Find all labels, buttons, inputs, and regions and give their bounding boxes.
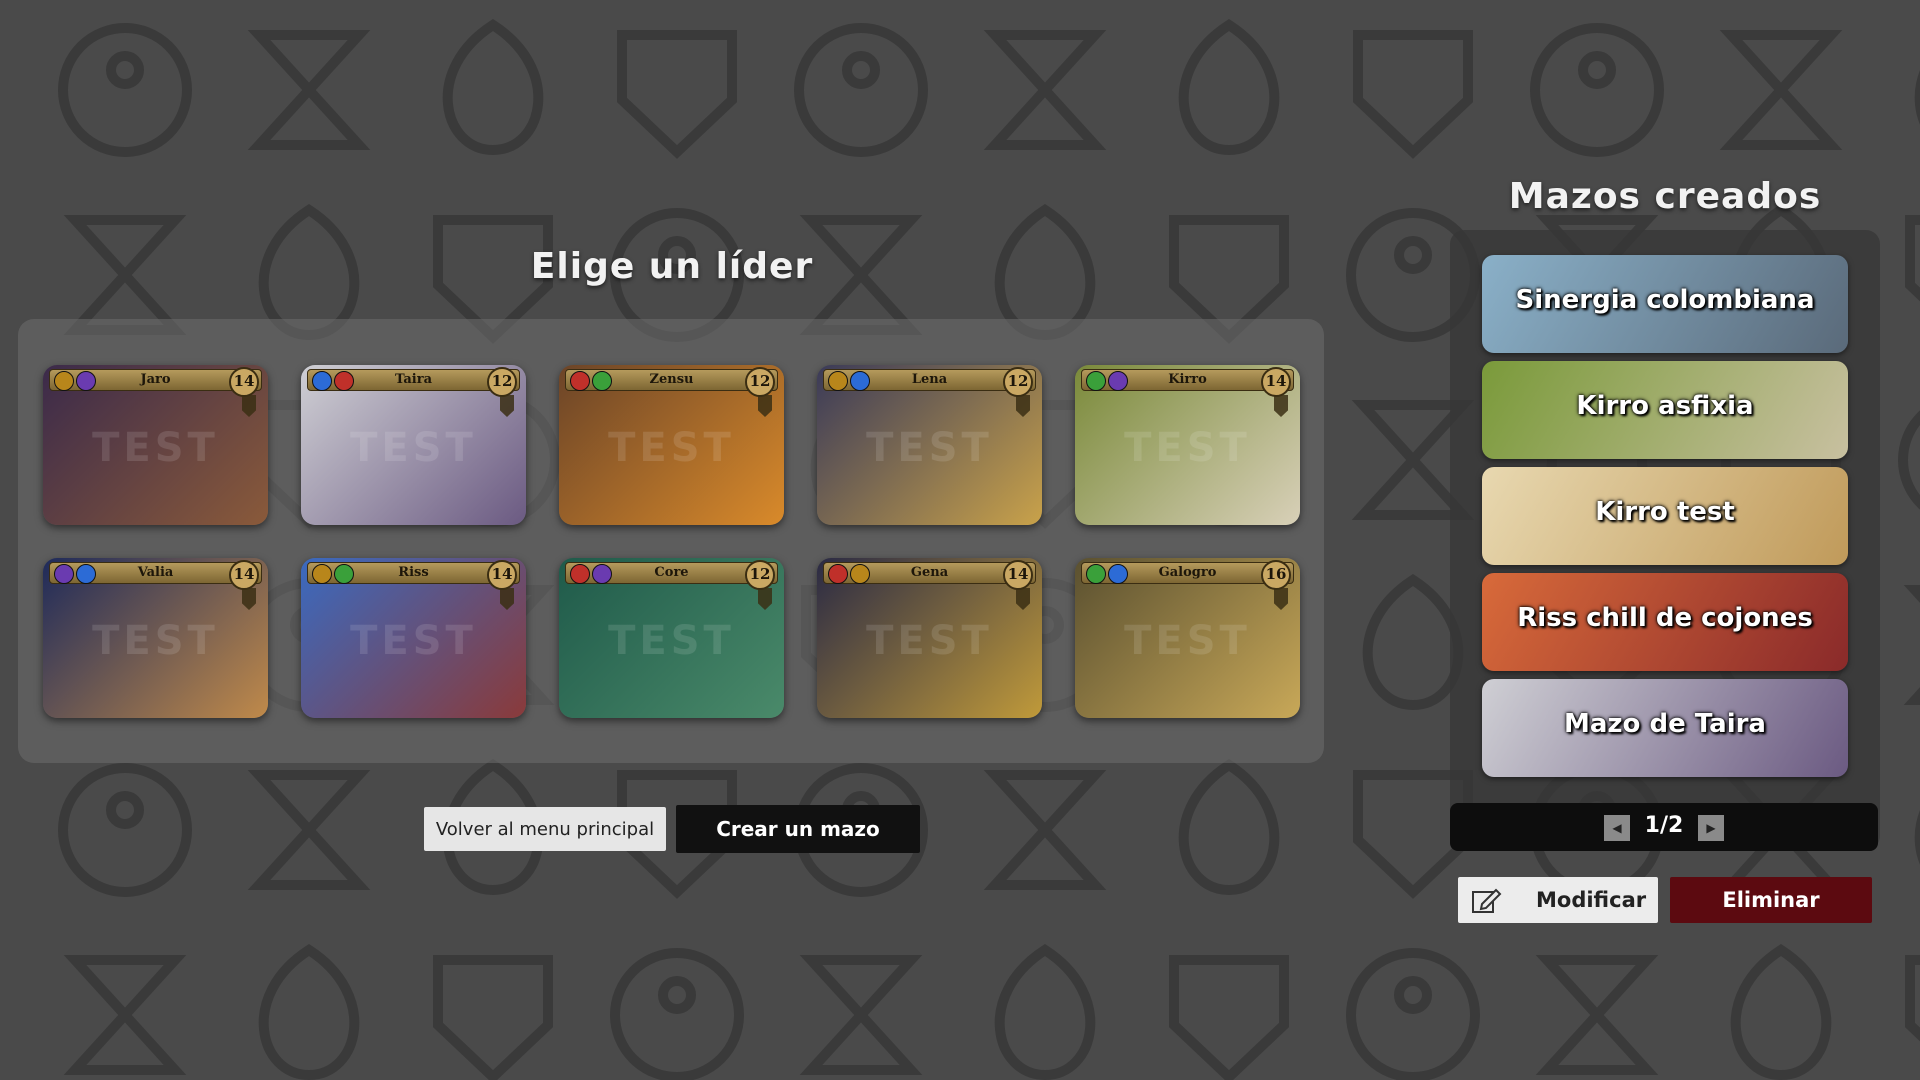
card-header: Core 12 — [565, 560, 778, 590]
leader-card-riss[interactable]: TEST Riss 14 — [301, 558, 526, 718]
card-watermark: TEST — [608, 425, 735, 471]
deck-name: Riss chill de cojones — [1517, 603, 1813, 633]
card-watermark: TEST — [608, 618, 735, 664]
leader-card-taira[interactable]: TEST Taira 12 — [301, 365, 526, 525]
card-cost: 14 — [487, 560, 517, 590]
background-emblem-icon — [983, 30, 1107, 150]
background-emblem-icon — [442, 19, 544, 156]
card-cost: 14 — [229, 560, 259, 590]
background-emblem-icon — [983, 770, 1107, 890]
card-cost: 12 — [745, 560, 775, 590]
edit-icon — [1472, 888, 1502, 913]
background-emblem-icon — [617, 30, 737, 159]
card-cost: 12 — [745, 367, 775, 397]
background-emblem-icon — [1353, 30, 1473, 159]
card-cost: 12 — [1003, 367, 1033, 397]
background-emblem-icon — [610, 948, 744, 1080]
previous-page-button[interactable]: ◀ — [1604, 815, 1630, 841]
deck-item[interactable]: Kirro asfixia — [1482, 361, 1848, 459]
card-cost: 16 — [1261, 560, 1291, 590]
leader-card-lena[interactable]: TEST Lena 12 — [817, 365, 1042, 525]
background-emblem-icon — [1346, 948, 1480, 1080]
leader-card-galogro[interactable]: TEST Galogro 16 — [1075, 558, 1300, 718]
card-header: Lena 12 — [823, 367, 1036, 397]
background-emblem-icon — [1178, 759, 1280, 896]
leader-card-kirro[interactable]: TEST Kirro 14 — [1075, 365, 1300, 525]
back-to-main-menu-button[interactable]: Volver al menu principal — [424, 807, 666, 851]
card-watermark: TEST — [350, 618, 477, 664]
card-header: Valia 14 — [49, 560, 262, 590]
modify-label: Modificar — [1536, 888, 1647, 912]
background-emblem-icon — [1362, 574, 1464, 711]
background-emblem-icon — [1719, 30, 1843, 150]
background-emblem-icon — [58, 763, 192, 897]
next-page-button[interactable]: ▶ — [1698, 815, 1724, 841]
background-emblem-icon — [1530, 23, 1664, 157]
background-emblem-icon — [1905, 955, 1920, 1042]
card-watermark: TEST — [92, 618, 219, 664]
delete-deck-button[interactable]: Eliminar — [1670, 877, 1872, 923]
leader-card-zensu[interactable]: TEST Zensu 12 — [559, 365, 784, 525]
deck-name: Sinergia colombiana — [1515, 285, 1815, 315]
deck-name: Kirro asfixia — [1576, 391, 1754, 421]
leader-card-valia[interactable]: TEST Valia 14 — [43, 558, 268, 718]
create-deck-button[interactable]: Crear un mazo — [676, 805, 920, 853]
background-emblem-icon — [1169, 955, 1289, 1080]
background-emblem-icon — [1178, 19, 1280, 156]
card-header: Gena 14 — [823, 560, 1036, 590]
background-emblem-icon — [1905, 215, 1920, 302]
background-emblem-icon — [794, 23, 928, 157]
background-emblem-icon — [799, 955, 923, 1075]
deck-name: Mazo de Taira — [1564, 709, 1766, 739]
card-watermark: TEST — [92, 425, 219, 471]
background-emblem-icon — [58, 23, 192, 157]
card-watermark: TEST — [1124, 618, 1251, 664]
card-watermark: TEST — [866, 425, 993, 471]
created-decks-title: Mazos creados — [1508, 176, 1822, 217]
deck-name: Kirro test — [1595, 497, 1735, 527]
deck-item[interactable]: Mazo de Taira — [1482, 679, 1848, 777]
card-header: Kirro 14 — [1081, 367, 1294, 397]
background-emblem-icon — [1903, 585, 1920, 705]
leader-card-core[interactable]: TEST Core 12 — [559, 558, 784, 718]
card-cost: 12 — [487, 367, 517, 397]
deck-item[interactable]: Riss chill de cojones — [1482, 573, 1848, 671]
card-watermark: TEST — [866, 618, 993, 664]
background-emblem-icon — [994, 944, 1096, 1080]
leader-card-jaro[interactable]: TEST Jaro 14 — [43, 365, 268, 525]
card-header: Zensu 12 — [565, 367, 778, 397]
deck-item[interactable]: Sinergia colombiana — [1482, 255, 1848, 353]
background-emblem-icon — [63, 955, 187, 1075]
background-emblem-icon — [1535, 955, 1659, 1075]
card-cost: 14 — [229, 367, 259, 397]
deck-item[interactable]: Kirro test — [1482, 467, 1848, 565]
background-emblem-icon — [1898, 410, 1920, 510]
card-header: Jaro 14 — [49, 367, 262, 397]
card-watermark: TEST — [350, 425, 477, 471]
background-emblem-icon — [1351, 400, 1475, 520]
card-cost: 14 — [1261, 367, 1291, 397]
background-emblem-icon — [1730, 944, 1832, 1080]
modify-deck-button[interactable]: Modificar — [1458, 877, 1658, 923]
card-watermark: TEST — [1124, 425, 1251, 471]
card-cost: 14 — [1003, 560, 1033, 590]
background-emblem-icon — [247, 770, 371, 890]
deck-pager: ◀ 1/2 ▶ — [1450, 803, 1878, 851]
leader-card-gena[interactable]: TEST Gena 14 — [817, 558, 1042, 718]
background-emblem-icon — [258, 944, 360, 1080]
background-emblem-icon — [247, 30, 371, 150]
card-header: Galogro 16 — [1081, 560, 1294, 590]
card-header: Taira 12 — [307, 367, 520, 397]
page-indicator: 1/2 — [1644, 813, 1684, 838]
card-header: Riss 14 — [307, 560, 520, 590]
leader-selection-title: Elige un líder — [530, 246, 814, 287]
background-emblem-icon — [433, 955, 553, 1080]
